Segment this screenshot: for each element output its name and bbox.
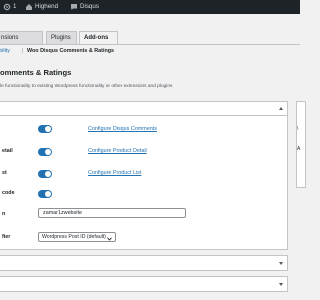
identifier-select[interactable]: Wordpress Post ID (default) bbox=[38, 232, 116, 242]
admin-bar: 1 Highend Disqus bbox=[0, 0, 300, 14]
shortname-input[interactable]: zamar1zwebsite bbox=[38, 208, 186, 218]
toggle-product-list[interactable] bbox=[38, 170, 52, 178]
subnav: ibility | Woo Disqus Comments & Ratings bbox=[0, 48, 300, 58]
nav-tabs: nsions Plugins Add-ons bbox=[0, 31, 300, 44]
toggle-product-detail[interactable] bbox=[38, 148, 52, 156]
panel-header[interactable] bbox=[0, 102, 287, 116]
tab-add-ons[interactable]: Add-ons bbox=[79, 31, 118, 44]
setting-label-product-list: st bbox=[2, 170, 7, 176]
home-icon[interactable] bbox=[25, 3, 33, 11]
page-description: le functionality to existing Wordpress f… bbox=[0, 84, 173, 89]
tab-plugins[interactable]: Plugins bbox=[46, 31, 77, 44]
collapsed-panel-2[interactable] bbox=[0, 276, 288, 292]
disqus-link[interactable]: Disqus bbox=[80, 0, 99, 14]
site-name-link[interactable]: Highend bbox=[35, 0, 58, 14]
configure-product-detail-link[interactable]: Configure Product Detail bbox=[88, 148, 147, 154]
caret-down-icon[interactable] bbox=[279, 262, 283, 265]
tab-extensions[interactable]: nsions bbox=[0, 31, 43, 44]
subnav-woo-disqus-current: Woo Disqus Comments & Ratings bbox=[27, 48, 115, 54]
setting-label-product-detail: etail bbox=[2, 148, 13, 154]
sidebar-letter: A bbox=[297, 146, 301, 152]
admin-bar-counter[interactable]: 1 bbox=[13, 0, 16, 14]
collapsed-panel-1[interactable] bbox=[0, 255, 288, 271]
caret-down-icon[interactable] bbox=[279, 283, 283, 286]
configure-disqus-comments-link[interactable]: Configure Disqus Comments bbox=[88, 126, 157, 132]
setting-label-shortcode: code bbox=[2, 190, 15, 196]
identifier-label: fier bbox=[2, 234, 11, 240]
shortname-label: n bbox=[2, 211, 6, 217]
chevron-down-icon bbox=[107, 236, 112, 244]
toggle-disqus-comments[interactable] bbox=[38, 125, 52, 133]
caret-up-icon[interactable] bbox=[279, 107, 283, 110]
page-title: omments & Ratings bbox=[0, 68, 72, 77]
identifier-select-value: Wordpress Post ID (default) bbox=[42, 234, 106, 240]
subnav-separator: | bbox=[22, 48, 24, 54]
tabs-divider bbox=[0, 44, 300, 45]
sidebar-box bbox=[296, 101, 306, 188]
subnav-compatibility-link[interactable]: ibility bbox=[0, 48, 10, 54]
configure-product-list-link[interactable]: Configure Product List bbox=[88, 170, 141, 176]
gear-icon[interactable] bbox=[3, 3, 11, 11]
toggle-shortcode[interactable] bbox=[38, 190, 52, 198]
speech-bubble-icon[interactable] bbox=[70, 3, 78, 11]
sidebar-letter: \ bbox=[297, 126, 299, 132]
